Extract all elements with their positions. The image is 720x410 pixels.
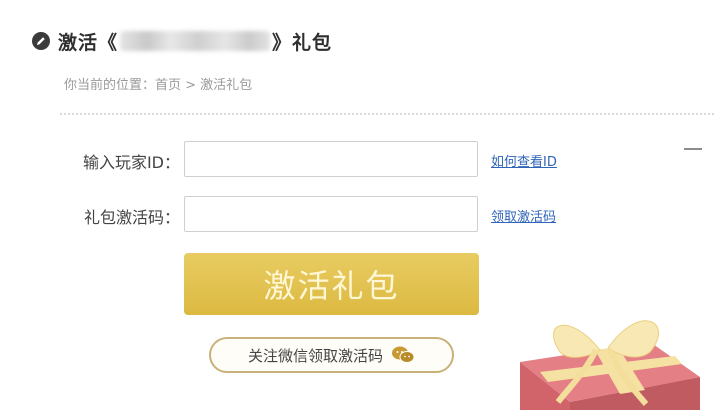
player-id-row: 输入玩家ID： 如何查看ID	[0, 141, 720, 179]
get-gift-code-link[interactable]: 领取激活码	[491, 206, 556, 225]
player-id-input[interactable]	[184, 141, 478, 177]
gift-code-input[interactable]	[184, 196, 478, 232]
page-title-suffix: 》礼包	[272, 31, 333, 54]
gift-box-illustration	[520, 320, 700, 410]
pencil-icon-glyph	[37, 37, 45, 45]
redacted-game-name	[120, 31, 271, 51]
breadcrumb: 你当前的位置：首页 > 激活礼包	[64, 78, 253, 93]
wechat-icon	[392, 346, 415, 363]
page-title-bar: 激活《 》礼包	[32, 26, 332, 56]
gift-code-row: 礼包激活码： 领取激活码	[0, 196, 720, 234]
activate-gift-button[interactable]: 激活礼包	[184, 253, 479, 315]
follow-wechat-label: 关注微信领取激活码	[247, 346, 383, 365]
gift-code-label: 礼包激活码：	[83, 208, 180, 227]
dotted-divider	[60, 113, 714, 115]
follow-wechat-button[interactable]: 关注微信领取激活码	[209, 337, 454, 373]
player-id-label: 输入玩家ID：	[82, 153, 180, 172]
page-title-prefix: 激活《	[58, 31, 119, 54]
how-to-find-id-link[interactable]: 如何查看ID	[491, 151, 557, 170]
pencil-circle-icon	[32, 32, 50, 50]
